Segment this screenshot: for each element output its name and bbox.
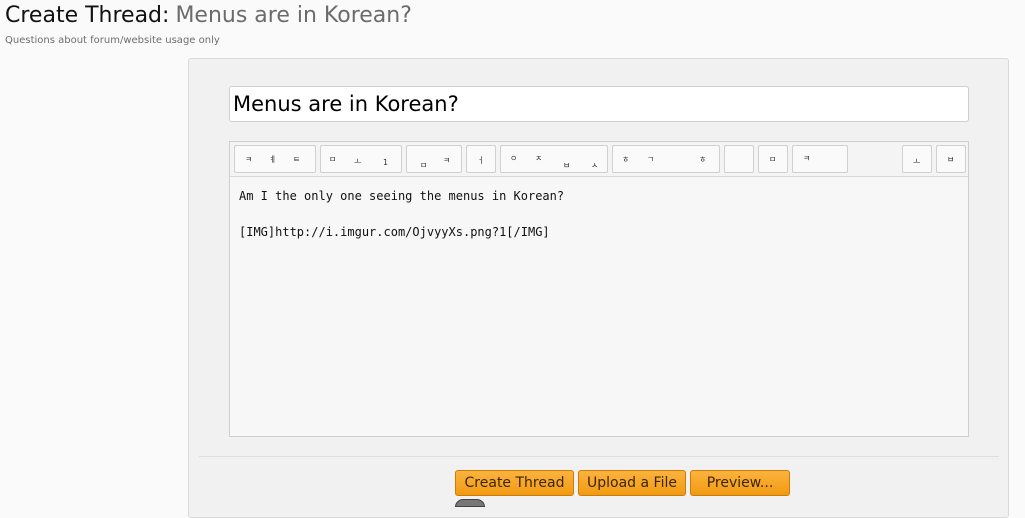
editor-toolbar: ㅋ ㅖ ㅌ ㅁ ㅗ 1 ㅁ ㅋ ㅓ ㅇ ㅈ ㅂ ㅅ ㅎ ㄱ ㅎ ㅁ ㅋ ㅗ ㅂ <box>230 142 968 177</box>
toolbar-button-group-6[interactable]: ㅎ ㄱ ㅎ <box>612 145 720 173</box>
toolbar-button-group-3[interactable]: ㅁ ㅋ <box>406 145 462 173</box>
heading-thread-title: Menus are in Korean? <box>175 3 412 28</box>
thread-title-input[interactable] <box>229 86 969 122</box>
toolbar-glyph: ㅗ <box>913 157 921 166</box>
toolbar-glyph: ㅌ <box>293 155 301 164</box>
toolbar-glyph: ㅇ <box>510 154 518 163</box>
heading-prefix: Create Thread: <box>5 3 170 28</box>
toolbar-glyph: ㅋ <box>443 156 451 165</box>
toolbar-glyph: ㅁ <box>420 161 428 170</box>
form-divider <box>199 456 999 457</box>
toolbar-button-8[interactable]: ㅁ <box>758 145 788 173</box>
message-body-textarea[interactable]: Am I the only one seeing the menus in Ko… <box>230 177 968 436</box>
toolbar-glyph: 1 <box>383 158 389 167</box>
forum-description: Questions about forum/website usage only <box>5 35 220 46</box>
toolbar-glyph: ㅂ <box>947 155 955 164</box>
toolbar-button-group-2[interactable]: ㅁ ㅗ 1 <box>320 145 402 173</box>
toolbar-glyph: ㅗ <box>354 157 362 166</box>
toolbar-glyph: ㅁ <box>329 155 337 164</box>
create-thread-form: ㅋ ㅖ ㅌ ㅁ ㅗ 1 ㅁ ㅋ ㅓ ㅇ ㅈ ㅂ ㅅ <box>188 58 1009 518</box>
toolbar-button-group-5[interactable]: ㅇ ㅈ ㅂ ㅅ <box>500 145 608 173</box>
toolbar-glyph: ㄱ <box>647 155 655 164</box>
toolbar-glyph: ㅂ <box>563 161 571 170</box>
toolbar-glyph: ㅖ <box>269 155 277 164</box>
preview-button[interactable]: Preview... <box>690 470 790 496</box>
toolbar-button-9[interactable]: ㅋ <box>792 145 848 173</box>
toolbar-glyph: ㅋ <box>803 154 811 163</box>
toolbar-button-group-1[interactable]: ㅋ ㅖ ㅌ <box>234 145 316 173</box>
toolbar-glyph: ㅎ <box>622 155 630 164</box>
page-heading: Create Thread: Menus are in Korean? <box>5 2 412 30</box>
toolbar-button-4[interactable]: ㅓ <box>466 145 496 173</box>
toolbar-glyph: ㅅ <box>591 161 599 170</box>
toolbar-glyph: ㅓ <box>477 156 485 165</box>
toolbar-button-7[interactable] <box>724 145 754 173</box>
create-thread-button[interactable]: Create Thread <box>455 470 574 496</box>
toolbar-glyph: ㅁ <box>769 155 777 164</box>
upload-file-button[interactable]: Upload a File <box>578 470 686 496</box>
toolbar-glyph: ㅋ <box>245 155 253 164</box>
toolbar-glyph: ㅎ <box>699 155 707 164</box>
toolbar-glyph: ㅈ <box>535 154 543 163</box>
message-editor: ㅋ ㅖ ㅌ ㅁ ㅗ 1 ㅁ ㅋ ㅓ ㅇ ㅈ ㅂ ㅅ ㅎ ㄱ ㅎ ㅁ ㅋ ㅗ ㅂ … <box>229 141 969 437</box>
partial-icon <box>455 499 485 507</box>
toolbar-button-11[interactable]: ㅂ <box>936 145 966 173</box>
toolbar-button-10[interactable]: ㅗ <box>902 145 932 173</box>
